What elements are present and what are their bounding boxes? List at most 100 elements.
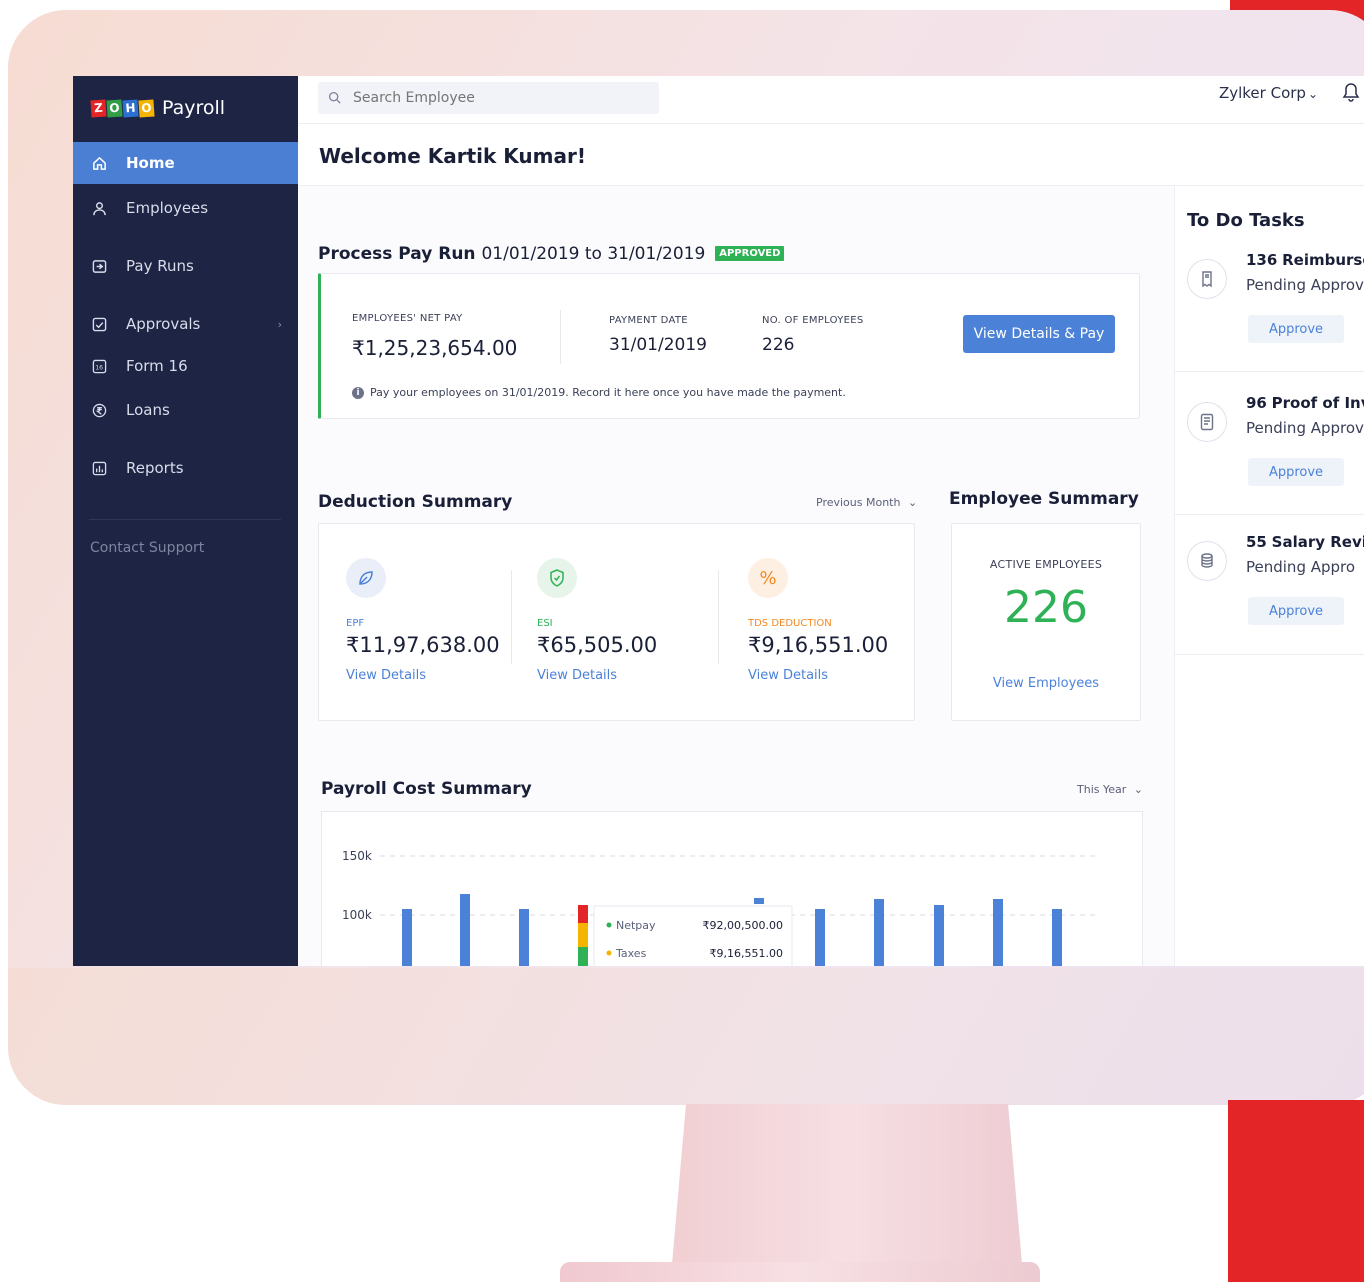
app-logo[interactable]: Z O H O Payroll	[73, 76, 298, 140]
pay-run-title: Process Pay Run	[318, 244, 476, 264]
monitor-chin	[8, 968, 1364, 1105]
net-pay-label: EMPLOYEES' NET PAY	[352, 313, 463, 324]
deduction-summary-card: EPF ₹11,97,638.00 View Details ESI ₹65,5…	[318, 523, 915, 721]
y-tick-label: 100k	[342, 908, 372, 922]
deduction-label: ESI	[537, 618, 553, 629]
percent-icon: %	[748, 558, 788, 598]
net-pay-value: ₹1,25,23,654.00	[352, 336, 518, 360]
task-title: 55 Salary Revis	[1246, 533, 1364, 551]
payroll-cost-chart-svg: 150k 100k Netpay ₹92,00,500.00 Taxes ₹9,16,55…	[342, 849, 1097, 966]
sidebar-item-home[interactable]: Home	[73, 142, 298, 184]
task-name: Proof of Inve	[1271, 394, 1364, 412]
checkbox-icon	[91, 316, 107, 332]
chart-bar-netpay	[519, 909, 529, 966]
sidebar-item-form-16[interactable]: 16 Form 16	[73, 344, 298, 388]
search-input[interactable]	[353, 90, 643, 106]
reports-icon	[91, 460, 107, 476]
leaf-icon	[346, 558, 386, 598]
sidebar-item-pay-runs[interactable]: Pay Runs	[73, 244, 298, 288]
organization-name: Zylker Corp	[1218, 84, 1306, 102]
tooltip-value: ₹9,16,551.00	[710, 947, 783, 960]
page-title: Welcome Kartik Kumar!	[319, 144, 586, 168]
sidebar-item-employees[interactable]: Employees	[73, 186, 298, 230]
task-title: 96 Proof of Inve	[1246, 394, 1364, 412]
bell-icon[interactable]	[1342, 82, 1360, 106]
sidebar-item-label: Loans	[126, 401, 170, 419]
chevron-down-icon: ⌄	[1133, 783, 1143, 796]
chevron-down-icon: ⌄	[1307, 87, 1318, 101]
divider	[1175, 371, 1364, 372]
logo-letter-z: Z	[90, 98, 107, 118]
logo-letter-o2: O	[138, 98, 155, 118]
search-icon	[328, 89, 341, 108]
tooltip-label: Taxes	[615, 947, 647, 960]
employee-summary-card: ACTIVE EMPLOYEES 226 View Employees	[951, 523, 1141, 721]
approve-button[interactable]: Approve	[1248, 458, 1344, 486]
pay-run-card: EMPLOYEES' NET PAY ₹1,25,23,654.00 PAYME…	[318, 273, 1140, 419]
payroll-cost-chart: 150k 100k Netpay ₹92,00,500.00 Taxes ₹9,16,55…	[321, 811, 1143, 966]
sidebar-item-approvals[interactable]: Approvals ›	[73, 302, 298, 346]
divider	[718, 570, 719, 664]
employee-summary-title: Employee Summary	[949, 489, 1139, 509]
sidebar-item-label: Pay Runs	[126, 257, 194, 275]
chart-bar-netpay	[815, 909, 825, 966]
sidebar-item-label: Employees	[126, 199, 209, 217]
view-details-link-esi[interactable]: View Details	[537, 668, 617, 683]
employees-count-value: 226	[762, 335, 795, 355]
approve-button[interactable]: Approve	[1248, 597, 1344, 625]
chart-bar-segment-taxes	[578, 923, 588, 947]
sidebar-item-label: Reports	[126, 459, 184, 477]
top-bar: Zylker Corp⌄	[298, 76, 1364, 124]
view-details-link-epf[interactable]: View Details	[346, 668, 426, 683]
payment-note: i Pay your employees on 31/01/2019. Reco…	[352, 386, 846, 399]
todo-panel: To Do Tasks 136 Reimbursem Pending Appro…	[1174, 186, 1364, 966]
filter-label: Previous Month	[816, 496, 901, 509]
chevron-right-icon: ›	[277, 317, 282, 331]
task-count: 55	[1246, 533, 1267, 551]
search-box[interactable]	[318, 82, 659, 114]
chart-bar-netpay	[402, 909, 412, 966]
chart-bar-segment-netpay	[578, 947, 588, 966]
sidebar-nav: Home Employees Pay Runs Approvals › 16 F…	[73, 142, 298, 490]
tooltip-legend-dot	[606, 950, 612, 956]
welcome-bar: Welcome Kartik Kumar!	[298, 124, 1364, 186]
deduction-period-filter[interactable]: Previous Month ⌄	[816, 496, 917, 509]
percent-glyph: %	[759, 567, 777, 589]
contact-support-link[interactable]: Contact Support	[90, 540, 204, 556]
approve-button[interactable]: Approve	[1248, 315, 1344, 343]
coins-icon	[1187, 541, 1227, 581]
filter-label: This Year	[1077, 783, 1127, 796]
svg-text:16: 16	[95, 364, 103, 371]
view-employees-link[interactable]: View Employees	[952, 676, 1140, 691]
chart-bar-segment-red	[578, 905, 588, 923]
organization-switcher[interactable]: Zylker Corp ⌄	[1219, 84, 1318, 102]
task-count: 136	[1246, 251, 1278, 269]
view-details-link-tds[interactable]: View Details	[748, 668, 828, 683]
sidebar-item-label: Form 16	[126, 357, 188, 375]
view-details-pay-button[interactable]: View Details & Pay	[963, 315, 1115, 353]
payment-date-label: PAYMENT DATE	[609, 315, 688, 326]
payroll-cost-title: Payroll Cost Summary	[321, 779, 532, 799]
chart-bar-netpay	[754, 898, 764, 904]
divider	[1175, 514, 1364, 515]
deduction-label: EPF	[346, 618, 365, 629]
deduction-value: ₹9,16,551.00	[748, 633, 889, 657]
sidebar-item-reports[interactable]: Reports	[73, 446, 298, 490]
home-icon	[91, 155, 107, 171]
user-icon	[91, 200, 107, 216]
task-count: 96	[1246, 394, 1267, 412]
active-employees-label: ACTIVE EMPLOYEES	[989, 558, 1103, 571]
monitor-stand	[672, 1104, 1022, 1264]
task-name: Salary Revis	[1271, 533, 1364, 551]
tooltip-value: ₹92,00,500.00	[703, 919, 783, 932]
monitor-stand-base	[560, 1262, 1040, 1282]
task-status: Pending Approv	[1246, 419, 1364, 437]
form16-icon: 16	[91, 358, 107, 374]
sidebar-item-loans[interactable]: Loans	[73, 388, 298, 432]
chart-bar-netpay	[934, 905, 944, 966]
chart-bar-netpay	[874, 899, 884, 966]
document-icon	[1187, 402, 1227, 442]
brand-accent-bottom	[1228, 1100, 1364, 1282]
payroll-period-filter[interactable]: This Year ⌄	[1077, 783, 1143, 796]
sidebar: Z O H O Payroll Home Employees Pay Runs …	[73, 76, 298, 966]
